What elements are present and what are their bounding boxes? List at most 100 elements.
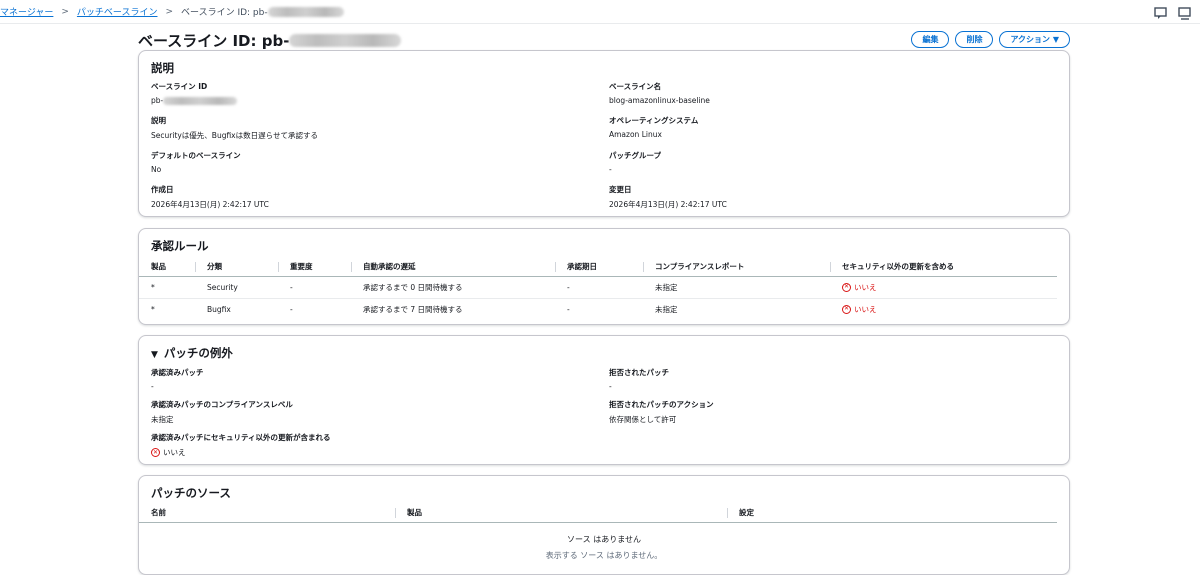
breadcrumb-current: ベースライン ID: pb- xyxy=(181,8,268,18)
non-security-value: いいえ xyxy=(854,282,877,292)
breadcrumb-link-patch-baselines[interactable]: パッチベースライン xyxy=(77,5,158,18)
os-field: オペレーティングシステム Amazon Linux xyxy=(609,115,698,139)
top-bar: マネージャー > パッチベースライン > ベースライン ID: pb- xyxy=(0,0,1200,24)
rejected-patches-field: 拒否されたパッチ - xyxy=(609,367,669,391)
redacted-title-id xyxy=(289,34,402,47)
caret-down-icon: ▼ xyxy=(151,350,158,360)
column-header: 製品 xyxy=(395,504,727,523)
baseline-name-value: blog-amazonlinux-baseline xyxy=(609,96,710,105)
patch-exceptions-panel: ▼ パッチの例外 承認済みパッチ - 拒否されたパッチ - 承認済みパッチのコンプ… xyxy=(138,335,1070,465)
modified-label: 変更日 xyxy=(609,185,632,194)
cell-non-security: ✕ いいえ xyxy=(830,298,1057,320)
column-header: セキュリティ以外の更新を含める xyxy=(830,258,1057,277)
column-header: 自動承認の遅延 xyxy=(351,258,555,277)
approval-rules-panel: 承認ルール 製品 分類 重要度 自動承認の遅延 承認期日 コンプライアンスレポー… xyxy=(138,228,1070,325)
rejected-action-label: 拒否されたパッチのアクション xyxy=(609,400,714,409)
cell-classification: Bugfix xyxy=(207,304,231,314)
column-header: 分類 xyxy=(195,258,278,277)
page-title-text: ベースライン ID: pb- xyxy=(138,32,290,50)
cell-product: * xyxy=(139,276,195,299)
feedback-icon[interactable] xyxy=(1154,5,1168,19)
details-panel: 説明 ベースライン ID pb- ベースライン名 blog-amazonlinu… xyxy=(138,50,1070,217)
cell-non-security: ✕ いいえ xyxy=(830,276,1057,299)
column-header: コンプライアンスレポート xyxy=(643,258,830,277)
rejected-patches-value: - xyxy=(609,382,612,391)
default-baseline-label: デフォルトのベースライン xyxy=(151,151,241,160)
actions-dropdown-button[interactable]: アクション ▼ xyxy=(999,31,1070,48)
cell-compliance: 未指定 xyxy=(643,276,830,299)
column-header: 承認期日 xyxy=(555,258,643,277)
created-label: 作成日 xyxy=(151,185,174,194)
approval-rules-title: 承認ルール xyxy=(151,239,209,253)
cell-approval-date: - xyxy=(567,304,570,314)
modified-value: 2026年4月13日(月) 2:42:17 UTC xyxy=(609,200,727,209)
created-value: 2026年4月13日(月) 2:42:17 UTC xyxy=(151,200,269,209)
patch-sources-table: 名前 製品 設定 xyxy=(139,504,1057,523)
table-row: * Bugfix - 承認するまで 7 日間待機する - 未指定 ✕ いいえ xyxy=(139,298,1057,320)
os-label: オペレーティングシステム xyxy=(609,116,699,125)
column-header: 製品 xyxy=(139,258,195,277)
non-security-updates-field: 承認済みパッチにセキュリティ以外の更新が含まれる ✕ いいえ xyxy=(151,432,331,458)
edit-button[interactable]: 編集 xyxy=(911,31,950,48)
default-baseline-field: デフォルトのベースライン No xyxy=(151,150,241,174)
compliance-level-label: 承認済みパッチのコンプライアンスレベル xyxy=(151,400,293,409)
description-value: Securityは優先、Bugfixは数日遅らせて承認する xyxy=(151,131,318,140)
approval-rules-table: 製品 分類 重要度 自動承認の遅延 承認期日 コンプライアンスレポート セキュリ… xyxy=(139,258,1057,320)
breadcrumb-link-manager[interactable]: マネージャー xyxy=(0,5,53,18)
patch-group-label: パッチグループ xyxy=(609,151,662,160)
approved-patches-label: 承認済みパッチ xyxy=(151,368,204,377)
notifications-icon[interactable] xyxy=(1178,5,1192,20)
error-x-icon: ✕ xyxy=(151,448,160,457)
non-security-updates-label: 承認済みパッチにセキュリティ以外の更新が含まれる xyxy=(151,433,331,442)
compliance-level-field: 承認済みパッチのコンプライアンスレベル 未指定 xyxy=(151,399,293,425)
patch-sources-panel: パッチのソース 名前 製品 設定 ソース はありません 表示する ソース はあり… xyxy=(138,475,1070,575)
baseline-id-label: ベースライン ID xyxy=(151,82,208,91)
description-label: 説明 xyxy=(151,116,166,125)
patch-group-value: - xyxy=(609,165,612,174)
breadcrumb-separator-icon: > xyxy=(165,6,174,17)
empty-state-description: 表示する ソース はありません。 xyxy=(545,551,663,560)
created-field: 作成日 2026年4月13日(月) 2:42:17 UTC xyxy=(151,184,269,210)
cell-approval-date: - xyxy=(555,276,643,299)
column-header: 設定 xyxy=(727,504,1057,523)
default-baseline-value: No xyxy=(151,165,162,174)
cell-severity: - xyxy=(290,304,293,314)
os-value: Amazon Linux xyxy=(609,130,662,139)
patch-sources-title: パッチのソース xyxy=(151,486,231,500)
baseline-name-field: ベースライン名 blog-amazonlinux-baseline xyxy=(609,81,710,105)
modified-field: 変更日 2026年4月13日(月) 2:42:17 UTC xyxy=(609,184,727,210)
compliance-level-value: 未指定 xyxy=(151,415,174,424)
patch-exceptions-toggle[interactable]: ▼ パッチの例外 xyxy=(151,345,233,361)
error-x-icon: ✕ xyxy=(842,304,851,314)
cell-compliance: 未指定 xyxy=(655,304,678,314)
rejected-patches-label: 拒否されたパッチ xyxy=(609,368,669,377)
cell-auto-approval-delay: 承認するまで 7 日間待機する xyxy=(363,304,463,314)
non-security-value: いいえ xyxy=(854,304,877,314)
cell-severity: - xyxy=(278,276,351,299)
rejected-action-value: 依存関係として許可 xyxy=(609,415,677,424)
table-header-row: 名前 製品 設定 xyxy=(139,504,1057,523)
breadcrumb-separator-icon: > xyxy=(61,6,69,17)
table-header-row: 製品 分類 重要度 自動承認の遅延 承認期日 コンプライアンスレポート セキュリ… xyxy=(139,258,1057,277)
table-row: * Security - 承認するまで 0 日間待機する - 未指定 ✕ いいえ xyxy=(139,276,1057,299)
column-header: 名前 xyxy=(139,504,395,523)
error-x-icon: ✕ xyxy=(842,282,851,292)
baseline-id-field: ベースライン ID pb- xyxy=(151,81,238,105)
approved-patches-field: 承認済みパッチ - xyxy=(151,367,204,391)
rejected-action-field: 拒否されたパッチのアクション 依存関係として許可 xyxy=(609,399,714,425)
redacted-id xyxy=(267,6,344,17)
details-panel-title: 説明 xyxy=(151,61,174,75)
cell-classification: Security xyxy=(195,276,278,299)
page-title: ベースライン ID: pb- xyxy=(138,30,402,51)
breadcrumb: マネージャー > パッチベースライン > ベースライン ID: pb- xyxy=(0,5,344,18)
description-field: 説明 Securityは優先、Bugfixは数日遅らせて承認する xyxy=(151,115,318,141)
empty-state-title: ソース はありません xyxy=(567,535,641,544)
cell-auto-approval-delay: 承認するまで 0 日間待機する xyxy=(351,276,555,299)
page-header: ベースライン ID: pb- 編集 削除 アクション ▼ xyxy=(138,30,1070,50)
cell-product: * xyxy=(151,304,155,314)
baseline-id-value: pb- xyxy=(151,96,164,105)
non-security-updates-text: いいえ xyxy=(163,448,186,457)
baseline-name-label: ベースライン名 xyxy=(609,82,662,91)
delete-button[interactable]: 削除 xyxy=(955,31,994,48)
approved-patches-value: - xyxy=(151,382,154,391)
